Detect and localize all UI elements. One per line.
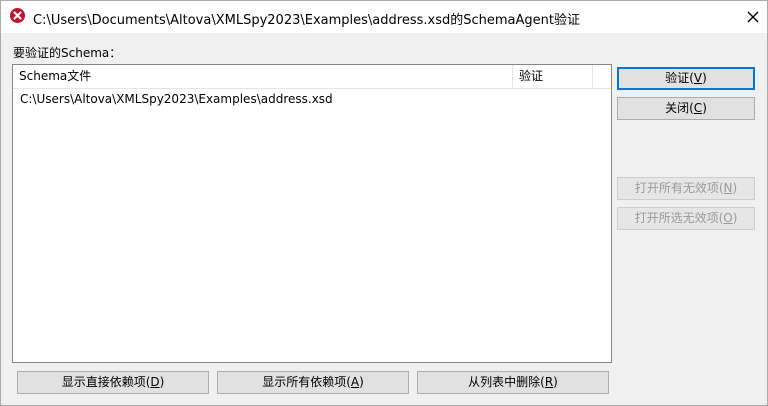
show-direct-dependencies-button[interactable]: 显示直接依赖项(D) [17, 371, 209, 394]
title-bar: C:\Users\Documents\Altova\XMLSpy2023\Exa… [1, 1, 767, 33]
close-window-button[interactable] [741, 5, 765, 29]
close-button[interactable]: 关闭(C) [617, 97, 755, 120]
window-title: C:\Users\Documents\Altova\XMLSpy2023\Exa… [33, 13, 580, 28]
column-header-validate[interactable]: 验证 [513, 65, 593, 89]
list-item[interactable]: C:\Users\Altova\XMLSpy2023\Examples\addr… [13, 90, 611, 110]
show-all-dependencies-button[interactable]: 显示所有依赖项(A) [217, 371, 409, 394]
list-header: Schema文件 验证 [13, 65, 611, 89]
column-header-schema-file[interactable]: Schema文件 [13, 65, 513, 89]
remove-from-list-button[interactable]: 从列表中删除(R) [417, 371, 609, 394]
schemas-to-validate-label: 要验证的Schema： [13, 46, 122, 60]
schema-list[interactable]: Schema文件 验证 C:\Users\Altova\XMLSpy2023\E… [12, 64, 612, 363]
open-all-invalid-button[interactable]: 打开所有无效项(N) [617, 177, 755, 200]
schemaagent-validation-dialog: C:\Users\Documents\Altova\XMLSpy2023\Exa… [0, 0, 768, 406]
close-icon [747, 11, 759, 23]
schema-file-path: C:\Users\Altova\XMLSpy2023\Examples\addr… [20, 92, 333, 106]
validate-button[interactable]: 验证(V) [617, 67, 755, 90]
altova-app-icon [10, 8, 25, 23]
open-selected-invalid-button[interactable]: 打开所选无效项(O) [617, 207, 755, 230]
